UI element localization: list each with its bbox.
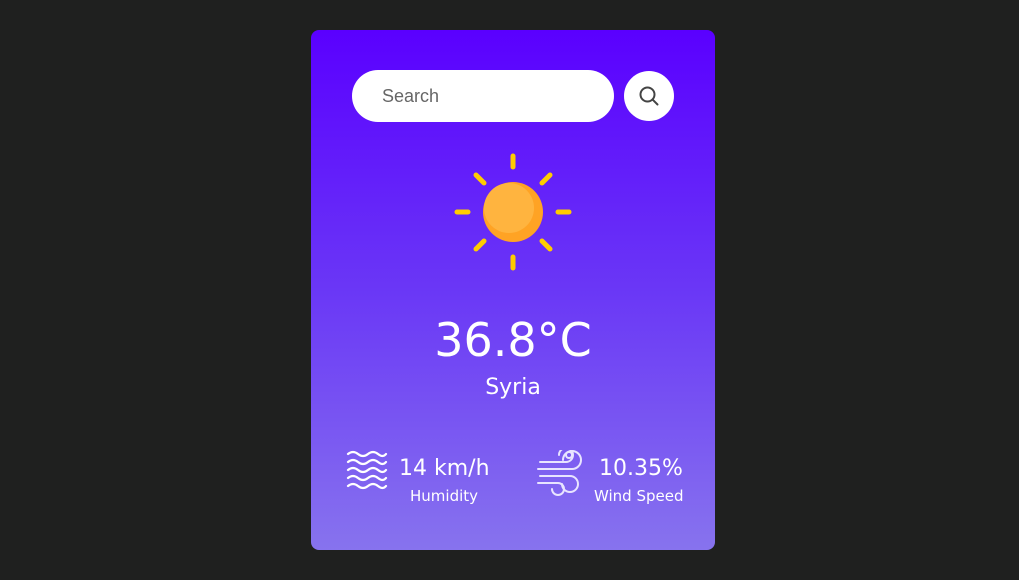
sun-icon	[454, 153, 572, 271]
search-input[interactable]	[352, 70, 614, 122]
weather-card: 36.8°C Syria 14 km/h Humidity 10.35%	[311, 30, 715, 550]
search-button[interactable]	[624, 71, 674, 121]
temperature: 36.8°C	[434, 313, 592, 367]
wind-detail: 10.35% Wind Speed	[536, 448, 696, 508]
wind-value: 10.35%	[599, 456, 683, 481]
search-bar	[352, 70, 674, 122]
city-name: Syria	[485, 375, 541, 400]
humidity-label: Humidity	[410, 487, 479, 505]
search-icon	[639, 86, 659, 106]
humidity-detail: 14 km/h Humidity	[346, 448, 506, 508]
humidity-value: 14 km/h	[399, 456, 490, 481]
wind-label: Wind Speed	[594, 487, 684, 505]
waves-icon	[346, 450, 388, 490]
wind-icon	[537, 450, 582, 496]
